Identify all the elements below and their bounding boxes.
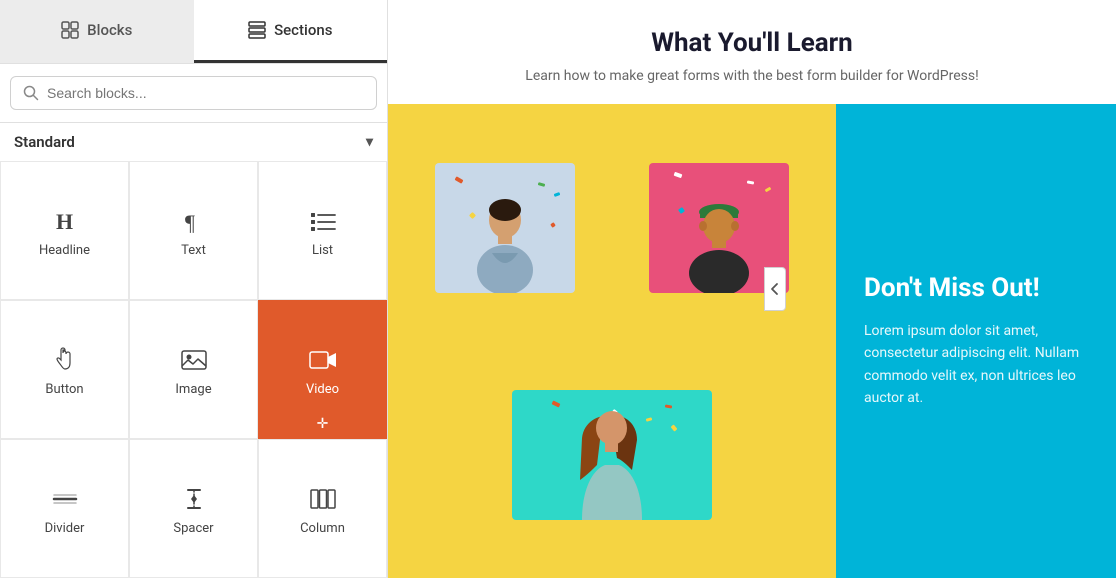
text-icon: ¶	[180, 207, 208, 235]
dont-miss-title: Don't Miss Out!	[864, 273, 1088, 304]
svg-text:¶: ¶	[185, 210, 195, 235]
search-box	[10, 76, 377, 110]
tabs-container: Blocks Sections	[0, 0, 387, 64]
block-label-button: Button	[45, 382, 83, 397]
block-item-spacer[interactable]: Spacer	[129, 439, 258, 578]
learn-section: What You'll Learn Learn how to make grea…	[388, 0, 1116, 104]
chevron-down-icon: ▾	[366, 134, 373, 150]
standard-section-header[interactable]: Standard ▾	[0, 123, 387, 161]
block-label-headline: Headline	[39, 243, 90, 258]
block-label-column: Column	[300, 521, 345, 536]
tab-blocks-label: Blocks	[87, 21, 132, 39]
collapse-panel-button[interactable]	[764, 267, 786, 311]
block-label-list: List	[312, 243, 333, 258]
blue-area: Don't Miss Out! Lorem ipsum dolor sit am…	[836, 104, 1116, 578]
block-label-text: Text	[181, 243, 206, 258]
svg-text:H: H	[56, 209, 73, 234]
tab-sections[interactable]: Sections	[194, 0, 388, 63]
block-item-text[interactable]: ¶ Text	[129, 161, 258, 300]
divider-icon	[51, 485, 79, 513]
sections-icon	[248, 21, 266, 39]
image-icon	[180, 346, 208, 374]
learn-title: What You'll Learn	[428, 28, 1076, 58]
standard-label: Standard	[14, 133, 75, 151]
video-icon	[309, 346, 337, 374]
right-panel: What You'll Learn Learn how to make grea…	[388, 0, 1116, 578]
block-item-divider[interactable]: Divider	[0, 439, 129, 578]
block-item-list[interactable]: List	[258, 161, 387, 300]
search-input[interactable]	[47, 85, 364, 101]
block-label-image: Image	[175, 382, 211, 397]
block-item-column[interactable]: Column	[258, 439, 387, 578]
move-cursor-icon: ✛	[317, 416, 329, 432]
tab-blocks[interactable]: Blocks	[0, 0, 194, 63]
headline-icon: H	[51, 207, 79, 235]
dont-miss-text: Lorem ipsum dolor sit amet, consectetur …	[864, 320, 1088, 410]
block-item-video[interactable]: Video ✛	[258, 300, 387, 439]
search-icon	[23, 85, 39, 101]
search-area	[0, 64, 387, 123]
block-label-divider: Divider	[45, 521, 85, 536]
block-item-headline[interactable]: H Headline	[0, 161, 129, 300]
block-item-button[interactable]: Button	[0, 300, 129, 439]
bottom-section: Don't Miss Out! Lorem ipsum dolor sit am…	[388, 104, 1116, 578]
block-label-video: Video	[306, 382, 339, 397]
blocks-grid: H Headline ¶ Text	[0, 161, 387, 578]
list-icon	[309, 207, 337, 235]
column-icon	[309, 485, 337, 513]
button-block-icon	[51, 346, 79, 374]
yellow-area	[388, 104, 836, 578]
person-photo-3	[512, 390, 712, 520]
tab-sections-label: Sections	[274, 21, 332, 39]
blocks-icon	[61, 21, 79, 39]
block-label-spacer: Spacer	[173, 521, 213, 536]
block-item-image[interactable]: Image	[129, 300, 258, 439]
spacer-icon	[180, 485, 208, 513]
learn-subtitle: Learn how to make great forms with the b…	[428, 68, 1076, 84]
left-panel: Blocks Sections Sta	[0, 0, 388, 578]
person-photo-1	[435, 163, 575, 293]
